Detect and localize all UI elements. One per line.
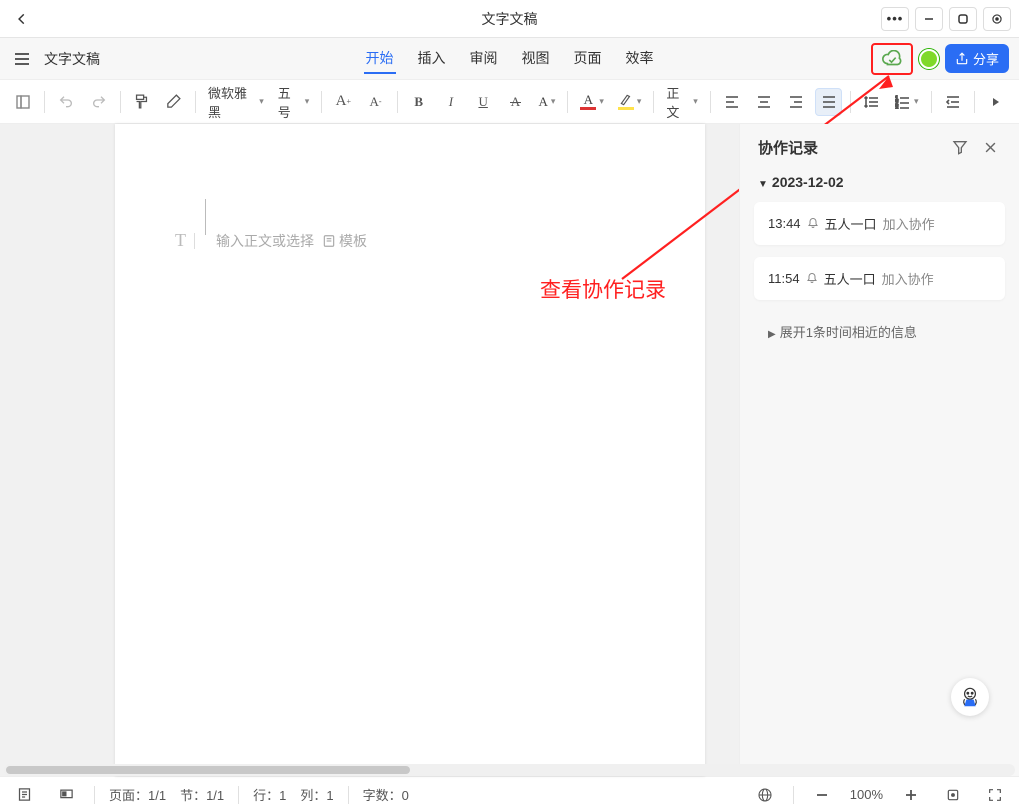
tab-view[interactable]: 视图 — [520, 44, 552, 74]
bold-icon[interactable]: B — [406, 88, 432, 116]
close-icon[interactable] — [979, 136, 1001, 158]
window-title: 文字文稿 — [482, 9, 538, 29]
content-area: T 输入正文或选择 模板 查看协作记录 协作记录 ▼2023-12-02 13:… — [0, 124, 1019, 776]
bell-icon — [807, 216, 819, 231]
target-button[interactable] — [983, 7, 1011, 31]
entry-user: 五人一口 — [824, 269, 876, 288]
expand-more-entries[interactable]: ▶展开1条时间相近的信息 — [754, 312, 1005, 351]
zoom-out-icon[interactable] — [808, 781, 836, 809]
assistant-float-button[interactable] — [951, 678, 989, 716]
title-bar: 文字文稿 ••• — [0, 0, 1019, 38]
eraser-icon[interactable] — [161, 88, 187, 116]
entry-time: 11:54 — [768, 271, 800, 286]
expand-label: 展开1条时间相近的信息 — [780, 325, 917, 340]
history-date-label: 2023-12-02 — [772, 174, 844, 190]
history-entry[interactable]: 13:44 五人一口 加入协作 — [754, 202, 1005, 245]
bell-icon — [806, 271, 818, 286]
tab-insert[interactable]: 插入 — [416, 44, 448, 74]
format-painter-icon[interactable] — [129, 88, 155, 116]
main-tabs: 开始 插入 审阅 视图 页面 效率 — [364, 44, 656, 74]
italic-icon[interactable]: I — [438, 88, 464, 116]
share-button-label: 分享 — [973, 49, 999, 68]
tab-page[interactable]: 页面 — [572, 44, 604, 74]
fullscreen-icon[interactable] — [981, 781, 1009, 809]
page-layout-icon[interactable] — [10, 781, 38, 809]
template-icon[interactable]: 模板 — [322, 231, 367, 251]
strikethrough-icon[interactable]: A — [502, 88, 528, 116]
placeholder-text: 输入正文或选择 — [216, 231, 314, 251]
toolbar-more-icon[interactable] — [983, 88, 1009, 116]
redo-icon[interactable] — [85, 88, 111, 116]
tab-review[interactable]: 审阅 — [468, 44, 500, 74]
status-bar: 页面：1/1 节：1/1 行：1 列：1 字数：0 100% — [0, 776, 1019, 812]
status-row: 行：1 — [253, 785, 286, 804]
minimize-button[interactable] — [915, 7, 943, 31]
history-entry[interactable]: 11:54 五人一口 加入协作 — [754, 257, 1005, 300]
text-effect-select[interactable]: A▾ — [535, 91, 560, 113]
slide-layout-icon[interactable] — [52, 781, 80, 809]
zoom-level[interactable]: 100% — [850, 787, 883, 802]
document-name[interactable]: 文字文稿 — [44, 49, 100, 69]
status-page[interactable]: 页面：1/1 — [109, 785, 166, 804]
horizontal-scrollbar[interactable] — [4, 764, 1015, 776]
more-button[interactable]: ••• — [881, 7, 909, 31]
font-increase-icon[interactable]: A+ — [330, 88, 356, 116]
collab-history-panel: 协作记录 ▼2023-12-02 13:44 五人一口 加入协作 11:54 五… — [739, 124, 1019, 776]
presence-indicator[interactable] — [919, 49, 939, 69]
back-button[interactable] — [8, 5, 36, 33]
underline-icon[interactable]: U — [470, 88, 496, 116]
font-family-select[interactable]: 微软雅黑▾ — [204, 80, 268, 124]
status-words[interactable]: 字数：0 — [363, 785, 409, 804]
outline-toggle-icon[interactable] — [10, 88, 36, 116]
font-color-select[interactable]: A▾ — [576, 90, 608, 113]
tab-start[interactable]: 开始 — [364, 44, 396, 74]
hamburger-menu-icon[interactable] — [10, 47, 34, 71]
font-size-label: 五号 — [278, 83, 302, 121]
entry-user: 五人一口 — [825, 214, 877, 233]
font-size-select[interactable]: 五号▾ — [274, 80, 313, 124]
panel-title: 协作记录 — [758, 137, 941, 158]
font-decrease-icon[interactable]: A- — [362, 88, 388, 116]
status-col: 列：1 — [300, 785, 333, 804]
share-button[interactable]: 分享 — [945, 44, 1009, 73]
fit-page-icon[interactable] — [939, 781, 967, 809]
font-family-label: 微软雅黑 — [208, 83, 256, 121]
document-placeholder: T 输入正文或选择 模板 — [175, 230, 367, 251]
maximize-button[interactable] — [949, 7, 977, 31]
history-date-group[interactable]: ▼2023-12-02 — [740, 168, 1019, 196]
entry-time: 13:44 — [768, 216, 801, 231]
entry-action: 加入协作 — [882, 269, 934, 288]
undo-icon[interactable] — [53, 88, 79, 116]
filter-icon[interactable] — [949, 136, 971, 158]
entry-action: 加入协作 — [883, 214, 935, 233]
text-icon: T — [175, 230, 186, 251]
status-section[interactable]: 节：1/1 — [180, 785, 224, 804]
globe-icon[interactable] — [751, 781, 779, 809]
zoom-in-icon[interactable] — [897, 781, 925, 809]
template-label: 模板 — [339, 231, 367, 251]
indent-decrease-icon[interactable] — [939, 88, 965, 116]
